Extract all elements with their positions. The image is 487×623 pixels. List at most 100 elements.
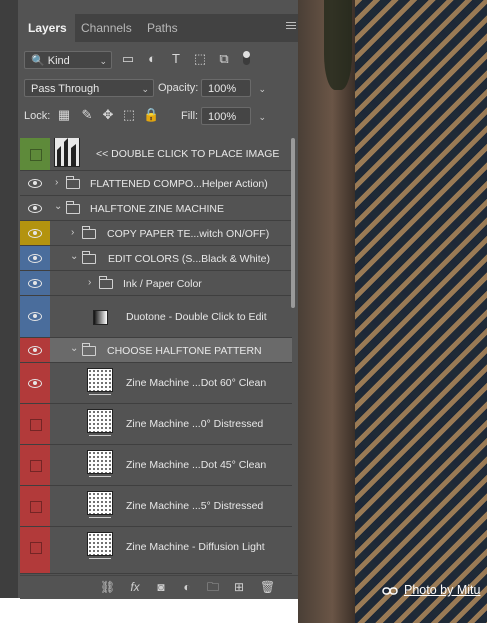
kind-filter-select[interactable]: 🔍 Kind ⌄ (24, 51, 112, 69)
layer-list: << DOUBLE CLICK TO PLACE IMAGE › FLATTEN… (20, 138, 292, 574)
visibility-toggle[interactable] (20, 171, 50, 195)
smart-object-base-icon (89, 517, 111, 521)
opacity-value: 100% (208, 83, 237, 95)
visibility-toggle[interactable] (20, 138, 50, 170)
photo-wall-section (298, 0, 355, 623)
pattern-thumbnail (87, 532, 113, 556)
visibility-toggle[interactable] (20, 271, 50, 295)
chevron-right-icon[interactable]: › (55, 177, 58, 188)
layer-zine-dot-45-clean[interactable]: Zine Machine ...Dot 45° Clean (20, 445, 292, 486)
type-filter-icon[interactable]: T (168, 51, 184, 67)
visibility-toggle[interactable] (20, 246, 50, 270)
layer-ink-paper-color[interactable]: › Ink / Paper Color (20, 271, 292, 296)
new-group-icon[interactable]: 🗀 (206, 580, 220, 594)
visibility-toggle[interactable] (20, 527, 50, 573)
folder-open-icon (82, 343, 96, 356)
chevron-right-icon[interactable]: › (71, 227, 74, 238)
layer-place-image[interactable]: << DOUBLE CLICK TO PLACE IMAGE (20, 138, 292, 171)
visibility-toggle[interactable] (20, 486, 50, 526)
adjustment-filter-icon[interactable]: ◐ (144, 51, 160, 67)
fill-label: Fill: (181, 110, 199, 122)
chevron-down-icon[interactable]: ⌄ (54, 201, 62, 212)
layer-zine-diffusion-light[interactable]: Zine Machine - Diffusion Light (20, 527, 292, 574)
opacity-input[interactable]: 100% ⌄ (201, 79, 266, 97)
layer-zine-dot-60-clean[interactable]: Zine Machine ...Dot 60° Clean (20, 363, 292, 404)
smart-object-base-icon (89, 394, 111, 398)
layer-name: Zine Machine ...0° Distressed (126, 418, 264, 430)
layer-duotone[interactable]: Duotone - Double Click to Edit (20, 296, 292, 338)
hidden-visibility-box[interactable] (30, 542, 42, 554)
photo-credit-link[interactable]: Photo by Mitu (404, 583, 480, 597)
visibility-toggle[interactable] (20, 445, 50, 485)
search-icon: 🔍 (31, 55, 45, 67)
layer-flattened-composite[interactable]: › FLATTENED COMPO...Helper Action) (20, 171, 292, 196)
new-layer-icon[interactable]: ⊞ (232, 580, 246, 594)
chevron-down-icon[interactable]: ⌄ (258, 108, 266, 126)
folder-icon (82, 226, 96, 239)
eye-icon[interactable] (28, 279, 42, 288)
filter-toggle-switch[interactable] (243, 51, 250, 65)
layer-mask-icon[interactable]: ◙ (154, 580, 168, 594)
tab-channels[interactable]: Channels (73, 14, 140, 42)
hidden-visibility-box[interactable] (30, 149, 42, 161)
pixel-filter-icon[interactable]: ▭ (120, 51, 136, 67)
shape-filter-icon[interactable]: ⬚ (192, 51, 208, 67)
visibility-toggle[interactable] (20, 404, 50, 444)
tab-layers[interactable]: Layers (20, 14, 75, 42)
eye-icon[interactable] (28, 204, 42, 213)
visibility-toggle[interactable] (20, 363, 50, 403)
visibility-toggle[interactable] (20, 296, 50, 337)
chevron-down-icon[interactable]: ⌄ (70, 343, 78, 354)
layer-choose-halftone-pattern[interactable]: ⌄ CHOOSE HALFTONE PATTERN (20, 338, 292, 363)
tab-paths[interactable]: Paths (139, 14, 186, 42)
layer-name: Zine Machine ...Dot 45° Clean (126, 459, 267, 471)
folder-icon (66, 176, 80, 189)
pattern-thumbnail (87, 450, 113, 474)
visibility-toggle[interactable] (20, 338, 50, 362)
link-layers-icon[interactable]: ⛓ (100, 580, 115, 594)
eye-icon[interactable] (28, 254, 42, 263)
link-icon (382, 587, 398, 595)
eye-icon[interactable] (28, 312, 42, 321)
layer-list-scrollbar[interactable] (291, 138, 296, 568)
lock-all-icon[interactable]: 🔒 (143, 107, 159, 123)
photo-plant-section (324, 0, 352, 90)
panel-tabs: Layers Channels Paths (20, 14, 298, 42)
panel-menu-icon[interactable] (286, 22, 296, 32)
lock-transparent-pixels-icon[interactable]: ▦ (56, 107, 72, 123)
scrollbar-thumb[interactable] (291, 138, 295, 308)
chevron-down-icon: ⌄ (99, 56, 107, 66)
eye-icon[interactable] (28, 379, 42, 388)
lock-position-icon[interactable]: ✥ (100, 107, 116, 123)
fill-input[interactable]: 100% ⌄ (201, 107, 266, 125)
smart-object-filter-icon[interactable]: ⧉ (216, 51, 232, 67)
lock-image-pixels-icon[interactable]: ✎ (79, 107, 95, 123)
chevron-down-icon[interactable]: ⌄ (258, 80, 266, 98)
layer-name: Zine Machine - Diffusion Light (126, 541, 265, 553)
visibility-toggle[interactable] (20, 221, 50, 245)
layer-zine-0-distressed[interactable]: Zine Machine ...0° Distressed (20, 404, 292, 445)
layer-halftone-zine-machine[interactable]: ⌄ HALFTONE ZINE MACHINE (20, 196, 292, 221)
panel-edge (0, 0, 18, 598)
layer-name: Duotone - Double Click to Edit (126, 311, 267, 323)
blend-mode-select[interactable]: Pass Through ⌄ (24, 79, 154, 97)
visibility-toggle[interactable] (20, 196, 50, 220)
eye-icon[interactable] (28, 229, 42, 238)
eye-icon[interactable] (28, 346, 42, 355)
layer-thumbnail (54, 138, 80, 167)
hidden-visibility-box[interactable] (30, 501, 42, 513)
layer-copy-paper-texture[interactable]: › COPY PAPER TE...witch ON/OFF) (20, 221, 292, 246)
chevron-down-icon[interactable]: ⌄ (70, 251, 78, 262)
chevron-right-icon[interactable]: › (88, 277, 91, 288)
layer-zine-5-distressed[interactable]: Zine Machine ...5° Distressed (20, 486, 292, 527)
layer-edit-colors[interactable]: ⌄ EDIT COLORS (S...Black & White) (20, 246, 292, 271)
trash-icon[interactable]: 🗑 (260, 580, 275, 594)
hidden-visibility-box[interactable] (30, 460, 42, 472)
hidden-visibility-box[interactable] (30, 419, 42, 431)
gradient-map-icon (93, 310, 108, 325)
fx-icon[interactable]: fx (128, 580, 142, 594)
lock-artboard-icon[interactable]: ⬚ (121, 107, 137, 123)
eye-icon[interactable] (28, 179, 42, 188)
photo-building-lights (355, 0, 487, 623)
adjustment-layer-icon[interactable]: ◐ (180, 580, 194, 594)
